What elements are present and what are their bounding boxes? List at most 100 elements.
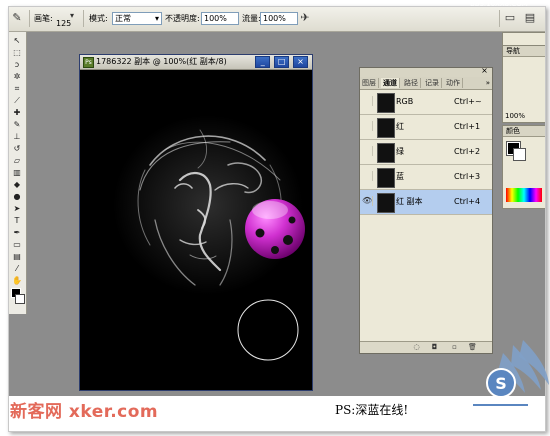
channel-shortcut: Ctrl+2 bbox=[454, 147, 481, 156]
mode-select[interactable]: 正常 ▾ bbox=[112, 12, 162, 25]
palette-well-icon[interactable]: ▤ bbox=[523, 11, 537, 25]
panel-menu-icon[interactable]: » bbox=[486, 78, 490, 88]
watermark-bottom-left: 新客网 xker.com bbox=[10, 402, 159, 422]
tab-actions[interactable]: 动作 bbox=[444, 78, 463, 88]
navigator-tab[interactable]: 导航 bbox=[503, 46, 545, 57]
file-browser-icon[interactable]: ▭ bbox=[503, 11, 517, 25]
brush-dropdown-icon[interactable]: ▾ bbox=[65, 9, 79, 23]
channel-row-red[interactable]: 红 Ctrl+1 bbox=[360, 115, 492, 140]
flow-field[interactable]: 100% bbox=[260, 12, 298, 25]
watermark-caption: PS:深蓝在线! bbox=[335, 403, 409, 417]
channel-row-rgb[interactable]: RGB Ctrl+~ bbox=[360, 90, 492, 115]
channel-thumbnail bbox=[377, 118, 395, 138]
healing-tool-icon[interactable]: ✚ bbox=[12, 108, 22, 118]
tab-channels[interactable]: 通道 bbox=[381, 78, 400, 88]
channel-name: 红 bbox=[396, 122, 404, 131]
brush-cursor-circle bbox=[237, 299, 299, 361]
color-ramp[interactable] bbox=[506, 188, 542, 202]
channel-name: 绿 bbox=[396, 147, 404, 156]
window-buttons: _ □ × bbox=[254, 56, 308, 68]
dock-top-panel bbox=[502, 32, 545, 46]
channel-list: RGB Ctrl+~ 红 Ctrl+1 绿 Ctrl+2 蓝 Ctrl+3 👁 … bbox=[360, 90, 492, 215]
clone-stamp-tool-icon[interactable]: ⊥ bbox=[12, 132, 22, 142]
background-color-swatch[interactable] bbox=[15, 294, 25, 304]
flow-label: 流量: bbox=[242, 14, 261, 23]
hand-tool-icon[interactable]: ✋ bbox=[12, 276, 22, 286]
crop-tool-icon[interactable]: ⌗ bbox=[12, 84, 22, 94]
marquee-tool-icon[interactable]: ⬚ bbox=[12, 48, 22, 58]
brush-tool-icon[interactable]: ✎ bbox=[12, 120, 22, 130]
channel-shortcut: Ctrl+3 bbox=[454, 172, 481, 181]
channel-row-green[interactable]: 绿 Ctrl+2 bbox=[360, 140, 492, 165]
history-brush-tool-icon[interactable]: ↺ bbox=[12, 144, 22, 154]
eyedropper-tool-icon[interactable]: ⁄ bbox=[12, 264, 22, 274]
opacity-label: 不透明度: bbox=[165, 14, 200, 23]
background-color-swatch[interactable] bbox=[513, 148, 526, 161]
toolbox: ↖ ⬚ ↄ ✲ ⌗ ⟋ ✚ ✎ ⊥ ↺ ▱ ▥ ◆ ● ➤ T ✒ ▭ ▤ ⁄ … bbox=[9, 32, 27, 314]
mode-value: 正常 bbox=[115, 14, 131, 23]
channels-panel: × 图层 通道 路径 记录 动作 » RGB Ctrl+~ 红 Ctrl+1 绿… bbox=[359, 67, 493, 354]
opacity-field[interactable]: 100% bbox=[201, 12, 239, 25]
brush-tool-icon[interactable]: ✎ bbox=[10, 11, 24, 25]
eraser-tool-icon[interactable]: ▱ bbox=[12, 156, 22, 166]
tab-paths[interactable]: 路径 bbox=[402, 78, 421, 88]
save-selection-icon[interactable]: ◘ bbox=[430, 343, 439, 351]
channel-thumbnail bbox=[377, 168, 395, 188]
zoom-value[interactable]: 100% bbox=[505, 112, 525, 121]
navigator-panel: 导航 100% bbox=[502, 45, 545, 123]
dodge-tool-icon[interactable]: ● bbox=[12, 192, 22, 202]
minimize-button[interactable]: _ bbox=[255, 56, 271, 68]
document-title-bar[interactable]: Ps 1786322 副本 @ 100%(红 副本/8) _ □ × bbox=[80, 55, 312, 70]
channel-name: 蓝 bbox=[396, 172, 404, 181]
close-icon[interactable]: × bbox=[480, 67, 489, 75]
path-selection-tool-icon[interactable]: ➤ bbox=[12, 204, 22, 214]
close-button[interactable]: × bbox=[293, 56, 308, 68]
channel-thumbnail bbox=[377, 143, 395, 163]
chevron-down-icon: ▾ bbox=[154, 14, 159, 23]
pen-tool-icon[interactable]: ✒ bbox=[12, 228, 22, 238]
airbrush-icon[interactable]: ✈ bbox=[298, 11, 312, 25]
image-canvas[interactable] bbox=[80, 70, 312, 390]
document-window: Ps 1786322 副本 @ 100%(红 副本/8) _ □ × bbox=[79, 54, 313, 391]
visibility-toggle[interactable] bbox=[362, 171, 373, 181]
tab-history[interactable]: 记录 bbox=[423, 78, 442, 88]
magenta-ladybug-ball bbox=[245, 199, 305, 259]
photoshop-doc-icon: Ps bbox=[83, 57, 94, 68]
site-logo-watermark: S bbox=[473, 340, 549, 406]
load-selection-icon[interactable]: ◌ bbox=[412, 343, 421, 351]
lasso-tool-icon[interactable]: ↄ bbox=[12, 60, 22, 70]
watermark-top-right: BBS.16XX8.COM bbox=[470, 0, 528, 8]
options-bar: ✎ 画笔: 125 ▾ 模式: 正常 ▾ 不透明度: 100% 流量: 100%… bbox=[9, 7, 545, 32]
channel-name: RGB bbox=[396, 97, 414, 106]
panel-header[interactable]: × bbox=[360, 67, 492, 77]
type-tool-icon[interactable]: T bbox=[12, 216, 22, 226]
flow-value: 100% bbox=[263, 14, 286, 23]
right-dock: 导航 100% 颜色 bbox=[502, 32, 545, 232]
eye-icon[interactable]: 👁 bbox=[362, 196, 373, 206]
slice-tool-icon[interactable]: ⟋ bbox=[12, 96, 22, 106]
maximize-button[interactable]: □ bbox=[274, 56, 290, 68]
options-separator bbox=[499, 10, 500, 27]
tab-layers[interactable]: 图层 bbox=[360, 78, 379, 88]
channel-thumbnail bbox=[377, 193, 395, 213]
svg-text:S: S bbox=[495, 374, 507, 393]
document-title: 1786322 副本 @ 100%(红 副本/8) bbox=[96, 57, 227, 66]
magic-wand-tool-icon[interactable]: ✲ bbox=[12, 72, 22, 82]
channel-shortcut: Ctrl+4 bbox=[454, 197, 481, 206]
move-tool-icon[interactable]: ↖ bbox=[12, 36, 22, 46]
notes-tool-icon[interactable]: ▤ bbox=[12, 252, 22, 262]
visibility-toggle[interactable] bbox=[362, 146, 373, 156]
channel-image bbox=[113, 115, 305, 361]
channel-row-red-copy[interactable]: 👁 红 副本 Ctrl+4 bbox=[360, 190, 492, 215]
gradient-tool-icon[interactable]: ▥ bbox=[12, 168, 22, 178]
options-separator bbox=[29, 10, 30, 27]
blur-tool-icon[interactable]: ◆ bbox=[12, 180, 22, 190]
brush-label: 画笔: bbox=[34, 14, 53, 23]
opacity-value: 100% bbox=[204, 14, 227, 23]
visibility-toggle[interactable] bbox=[362, 96, 373, 106]
shape-tool-icon[interactable]: ▭ bbox=[12, 240, 22, 250]
color-tab[interactable]: 颜色 bbox=[503, 126, 545, 137]
visibility-toggle[interactable] bbox=[362, 121, 373, 131]
channel-row-blue[interactable]: 蓝 Ctrl+3 bbox=[360, 165, 492, 190]
channel-shortcut: Ctrl+~ bbox=[454, 97, 482, 106]
